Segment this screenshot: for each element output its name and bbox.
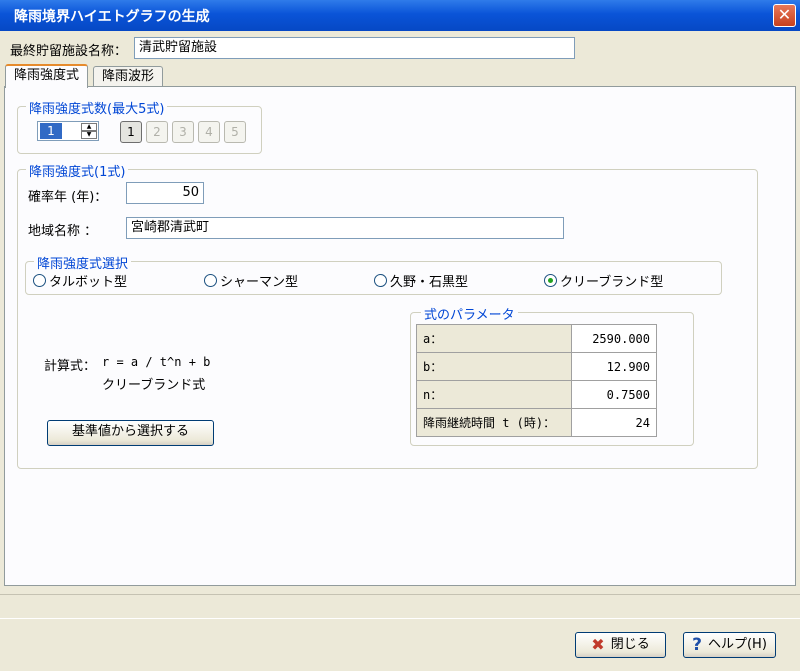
radio-sherman-label: シャーマン型: [220, 275, 299, 290]
param-key: n：: [416, 380, 572, 409]
status-bar: [0, 594, 800, 618]
parameters-table: a： 2590.000 b： 12.900 n： 0.7500 降雨継続時間 t…: [416, 324, 657, 437]
radio-kuno-ishiguro[interactable]: 久野・石黒型: [374, 271, 468, 290]
facility-name-label: 最終貯留施設名称：: [10, 44, 128, 59]
radio-kuno-ishiguro-icon: [374, 274, 387, 287]
param-value-b[interactable]: 12.900: [571, 352, 657, 381]
param-key: b：: [416, 352, 572, 381]
calc-formula-label: 計算式：: [44, 359, 97, 374]
tab-panel: 降雨強度式数(最大5式) 1 ▲ ▼ 1 2 3 4 5 降雨強度式(1式) 確…: [4, 86, 796, 586]
param-value-duration[interactable]: 24: [571, 408, 657, 437]
window-close-button[interactable]: ✕: [773, 4, 796, 27]
formula-button-3[interactable]: 3: [172, 121, 194, 143]
radio-talbot-icon: [33, 274, 46, 287]
calc-formula-name: クリーブランド式: [102, 378, 206, 393]
spinner-value: 1: [40, 123, 62, 139]
probability-year-input[interactable]: 50: [126, 182, 204, 204]
formula-count-group: 降雨強度式数(最大5式) 1 ▲ ▼ 1 2 3 4 5: [17, 98, 262, 154]
help-question-icon: ?: [692, 635, 702, 655]
formula-group: 降雨強度式(1式) 確率年 (年)： 50 地域名称 ： 宮崎郡清武町 降雨強度…: [17, 161, 758, 469]
dialog-window: 降雨境界ハイエトグラフの生成 ✕ 最終貯留施設名称： 清武貯留施設 降雨強度式 …: [0, 0, 800, 671]
window-title: 降雨境界ハイエトグラフの生成: [14, 8, 210, 25]
formula-button-4[interactable]: 4: [198, 121, 220, 143]
close-x-icon: ✖: [591, 635, 605, 654]
param-row-duration: 降雨継続時間 t (時)： 24: [416, 408, 657, 437]
param-row-n: n： 0.7500: [416, 380, 657, 409]
help-button-label: ヘルプ(H): [707, 637, 767, 652]
tab-rainfall-waveform[interactable]: 降雨波形: [93, 66, 164, 88]
title-bar: 降雨境界ハイエトグラフの生成 ✕: [0, 0, 800, 31]
param-value-n[interactable]: 0.7500: [571, 380, 657, 409]
probability-year-label: 確率年 (年)：: [28, 190, 108, 205]
help-button[interactable]: ? ヘルプ(H): [683, 632, 776, 658]
radio-sherman-icon: [204, 274, 217, 287]
calc-formula-expression: r = a / t^n + b: [102, 355, 211, 369]
footer-divider: [0, 618, 800, 619]
region-name-input[interactable]: 宮崎郡清武町: [126, 217, 564, 239]
facility-name-input[interactable]: 清武貯留施設: [134, 37, 575, 59]
region-name-label: 地域名称 ：: [28, 224, 98, 239]
param-row-a: a： 2590.000: [416, 324, 657, 353]
close-button[interactable]: ✖ 閉じる: [575, 632, 666, 658]
spinner-up-icon[interactable]: ▲: [81, 123, 97, 131]
formula-count-legend: 降雨強度式数(最大5式): [26, 98, 168, 117]
radio-cleveland[interactable]: クリーブランド型: [544, 271, 663, 290]
select-from-standard-button[interactable]: 基準値から選択する: [47, 420, 214, 446]
radio-talbot-label: タルボット型: [49, 275, 128, 290]
radio-talbot[interactable]: タルボット型: [33, 271, 127, 290]
formula-selection-group: 降雨強度式選択 タルボット型 シャーマン型 久野・石黒型 クリーブランド型: [25, 253, 722, 295]
parameters-group: 式のパラメータ a： 2590.000 b： 12.900 n： 0.7500: [410, 304, 694, 446]
formula-button-1[interactable]: 1: [120, 121, 142, 143]
close-button-label: 閉じる: [610, 637, 650, 652]
formula-count-spinner[interactable]: 1 ▲ ▼: [37, 121, 99, 141]
radio-kuno-ishiguro-label: 久野・石黒型: [390, 275, 469, 290]
formula-button-5[interactable]: 5: [224, 121, 246, 143]
param-key: a：: [416, 324, 572, 353]
formula-selection-legend: 降雨強度式選択: [34, 253, 132, 272]
spinner-down-icon[interactable]: ▼: [81, 131, 97, 139]
tab-rainfall-intensity[interactable]: 降雨強度式: [5, 64, 89, 88]
param-row-b: b： 12.900: [416, 352, 657, 381]
radio-cleveland-icon: [544, 274, 557, 287]
param-value-a[interactable]: 2590.000: [571, 324, 657, 353]
formula-button-2[interactable]: 2: [146, 121, 168, 143]
radio-cleveland-label: クリーブランド型: [560, 275, 664, 290]
formula-legend: 降雨強度式(1式): [26, 161, 129, 180]
parameters-legend: 式のパラメータ: [421, 304, 518, 323]
radio-sherman[interactable]: シャーマン型: [204, 271, 298, 290]
param-key: 降雨継続時間 t (時)：: [416, 408, 572, 437]
